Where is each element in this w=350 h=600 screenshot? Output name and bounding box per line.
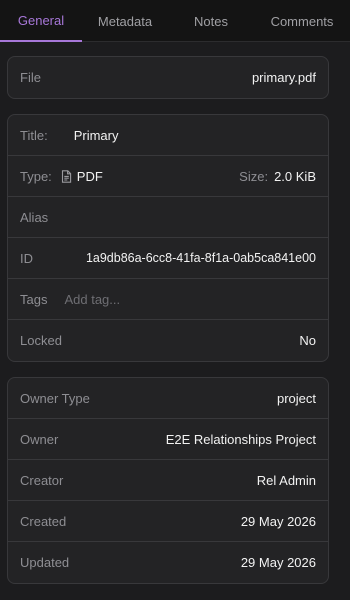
- size-group: Size: 2.0 KiB: [239, 169, 316, 184]
- title-label: Title:: [20, 127, 48, 143]
- tab-bar: General Metadata Notes Comments: [0, 0, 350, 42]
- owner-label: Owner: [20, 431, 59, 447]
- created-row: Created 29 May 2026: [8, 501, 328, 542]
- file-name[interactable]: primary.pdf: [252, 70, 316, 85]
- owner-type-label: Owner Type: [20, 390, 90, 406]
- created-label: Created: [20, 513, 67, 529]
- title-value[interactable]: Primary: [74, 128, 119, 143]
- creator-value: Rel Admin: [256, 472, 316, 488]
- tab-notes[interactable]: Notes: [168, 0, 254, 42]
- tab-comments[interactable]: Comments: [254, 0, 350, 42]
- tags-label: Tags: [20, 291, 48, 307]
- updated-label: Updated: [20, 555, 70, 570]
- created-value: 29 May 2026: [240, 513, 316, 529]
- owner-value[interactable]: E2E Relationships Project: [166, 432, 316, 447]
- creator-row: Creator Rel Admin: [8, 460, 328, 501]
- type-size-row: Type: PDF Size: 2.0 KiB: [8, 156, 328, 197]
- details-card: Title: Primary Type: PDF Size: 2.0 KiB A…: [7, 114, 329, 362]
- id-value[interactable]: 1a9db86a-6cc8-41fa-8f1a-0ab5ca841e00: [86, 251, 316, 265]
- locked-label: Locked: [20, 333, 62, 348]
- file-label: File: [20, 70, 41, 85]
- add-tag-input[interactable]: [64, 291, 245, 307]
- tab-general[interactable]: General: [0, 0, 82, 42]
- locked-value[interactable]: No: [299, 333, 316, 348]
- tags-row: Tags: [8, 279, 328, 320]
- creator-label: Creator: [20, 472, 64, 488]
- tab-metadata[interactable]: Metadata: [82, 0, 168, 42]
- id-row: ID 1a9db86a-6cc8-41fa-8f1a-0ab5ca841e00: [8, 238, 328, 279]
- file-card: File primary.pdf: [7, 56, 329, 99]
- owner-type-value: project: [276, 390, 316, 406]
- size-label: Size:: [239, 168, 269, 184]
- alias-row[interactable]: Alias: [8, 197, 328, 238]
- alias-label: Alias: [20, 209, 49, 225]
- owner-type-row: Owner Type project: [8, 378, 328, 419]
- title-row: Title: Primary: [8, 115, 328, 156]
- ownership-card: Owner Type project Owner E2E Relationshi…: [7, 377, 329, 584]
- file-row: File primary.pdf: [8, 57, 328, 98]
- updated-row: Updated 29 May 2026: [8, 542, 328, 583]
- updated-value: 29 May 2026: [240, 555, 316, 570]
- size-value: 2.0 KiB: [274, 168, 316, 184]
- owner-row: Owner E2E Relationships Project: [8, 419, 328, 460]
- file-icon: [61, 169, 72, 183]
- type-label: Type:: [20, 168, 52, 184]
- id-label: ID: [20, 250, 33, 266]
- document-properties-panel: General Metadata Notes Comments File pri…: [0, 0, 350, 600]
- type-value: PDF: [76, 168, 103, 184]
- locked-row: Locked No: [8, 320, 328, 361]
